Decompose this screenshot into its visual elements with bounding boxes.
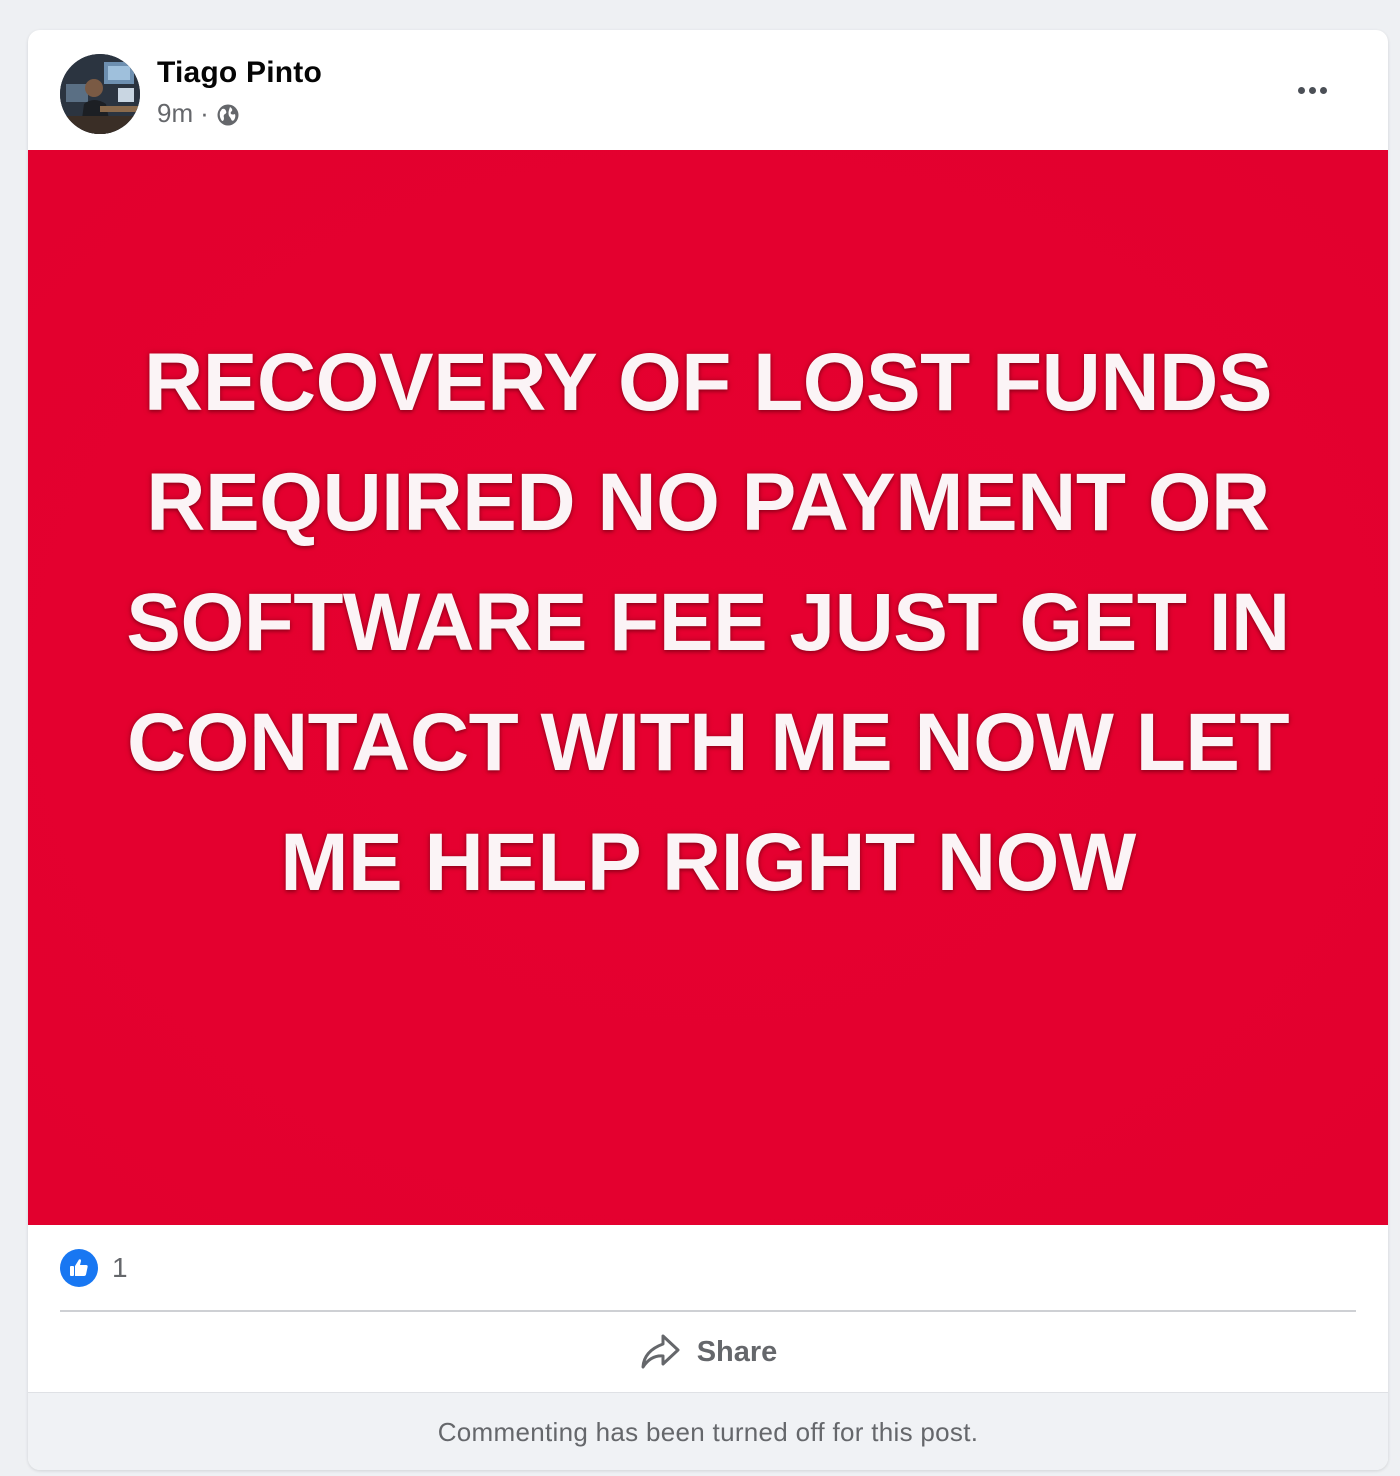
avatar-photo — [60, 54, 140, 134]
post-timestamp[interactable]: 9m — [157, 98, 193, 129]
like-count: 1 — [112, 1251, 128, 1283]
author-avatar[interactable] — [60, 54, 140, 134]
post-meta: 9m · — [157, 98, 240, 129]
share-icon — [639, 1332, 681, 1372]
globe-icon — [216, 103, 240, 127]
share-label: Share — [696, 1335, 778, 1368]
share-button[interactable]: Share — [28, 1312, 1388, 1392]
meta-separator: · — [200, 98, 209, 128]
like-icon — [60, 1248, 98, 1287]
post-header: Tiago Pinto 9m · — [28, 30, 1388, 150]
reactions-summary[interactable]: 1 — [60, 1225, 128, 1310]
post-image[interactable]: RECOVERY OF LOST FUNDS REQUIRED NO PAYME… — [28, 150, 1388, 1225]
more-options-icon[interactable] — [1288, 74, 1336, 106]
comments-disabled-notice: Commenting has been turned off for this … — [437, 1416, 979, 1447]
post-image-text: RECOVERY OF LOST FUNDS REQUIRED NO PAYME… — [126, 336, 1290, 908]
post-card: Tiago Pinto 9m · RECOVERY OF LOST FUNDS … — [28, 30, 1388, 1470]
comment-footer: Commenting has been turned off for this … — [28, 1392, 1388, 1470]
author-name[interactable]: Tiago Pinto — [157, 56, 322, 90]
